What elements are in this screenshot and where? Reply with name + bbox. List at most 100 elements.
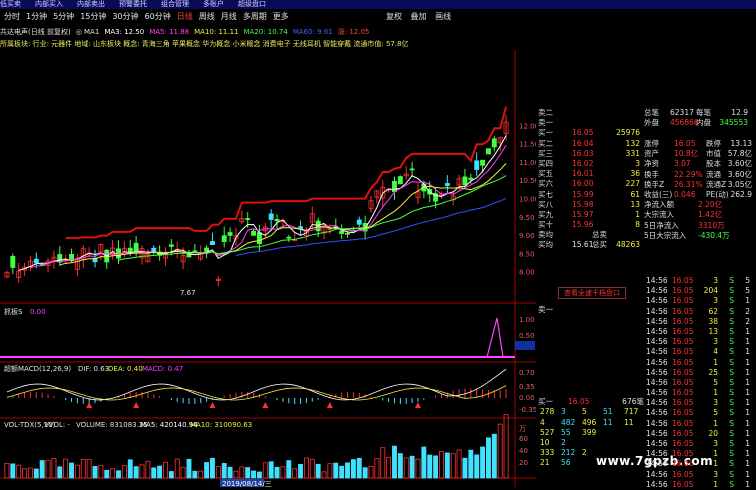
queue-volume: 333: [540, 448, 555, 458]
tick-side: S: [729, 367, 734, 377]
quote-cell: 26.31%: [674, 179, 703, 189]
stat-row: 净资 3.07 股本 3.60亿: [644, 159, 756, 169]
quote-cell: 676笔: [622, 397, 644, 407]
quote-cell: 5日净流入: [644, 220, 679, 230]
quote-cell: 262.9: [730, 189, 752, 199]
volume-bar: [321, 471, 327, 479]
tick-volume: 25: [708, 367, 718, 377]
volume-bar: [380, 447, 386, 479]
price-tick: 10.00: [519, 196, 536, 204]
tick-volume: 3: [713, 296, 718, 306]
bid-volume: 61: [630, 189, 640, 199]
volume-bar: [16, 464, 22, 479]
bid-volume: 13: [630, 199, 640, 209]
candle-body: [168, 244, 174, 247]
price-tick: 12.00: [519, 122, 536, 130]
tick-price: 16.05: [672, 296, 694, 306]
volume-bar: [303, 457, 309, 479]
bid-price: 16.02: [572, 158, 594, 168]
volume-bar: [215, 466, 221, 479]
totals-row: 外盘 456866 内盘 345553: [644, 118, 752, 128]
tick-price: 16.05: [672, 276, 694, 285]
level2-panel: 查看全速千档盘口 卖一 买一 16.05 676笔 278 3 5 51 717 4 482 496 11…: [536, 285, 646, 469]
quote-cell: 净资: [644, 159, 659, 169]
price-tick: 9.00: [519, 232, 535, 240]
queue-volume: 527: [540, 427, 555, 437]
quote-cell: 1.42亿: [698, 210, 723, 220]
date-cursor-label: 2019/08/14/三: [222, 480, 272, 487]
volume-bar: [69, 462, 74, 479]
quote-cell: -430.4万: [698, 230, 730, 240]
quote-cell: 净流入额: [644, 200, 674, 210]
volume-bar: [339, 465, 345, 479]
tick-row: 14:56 16.05 5 S 1: [646, 378, 756, 388]
queue-volume: 11: [603, 417, 613, 427]
indicator-tick: 0.50: [519, 332, 535, 340]
full-depth-button[interactable]: 查看全速千档盘口: [558, 287, 626, 299]
volume-bar: [121, 465, 127, 479]
stat-row: 大宗流入 1.42亿: [644, 210, 756, 220]
volume-bar: [98, 464, 104, 479]
bid-label: 买八: [538, 199, 553, 209]
volume-bar: [221, 463, 227, 479]
golden-cross-arrow: [209, 402, 216, 408]
quote-cell: 外盘: [644, 118, 659, 128]
volume-bar: [386, 456, 392, 479]
tick-count: 1: [745, 296, 750, 306]
stat-row: 5日大宗流入 -430.4万: [644, 231, 756, 241]
tick-time: 14:56: [646, 459, 668, 469]
queue-volume: 55: [561, 427, 571, 437]
bid-price: 16.00: [572, 179, 594, 189]
tick-volume: 38: [708, 316, 718, 326]
tick-price: 16.05: [672, 469, 694, 479]
volume-bar: [456, 449, 462, 479]
bid-price: 15.96: [572, 220, 594, 230]
tick-count: 1: [745, 428, 750, 438]
volume-bar: [433, 455, 439, 479]
indicator-value: 0.00: [30, 308, 46, 316]
tick-time: 14:56: [646, 296, 668, 306]
tick-volume: 204: [703, 286, 718, 296]
low-price-label: 7.67: [180, 289, 196, 297]
tick-price: 16.05: [672, 439, 694, 448]
indicator-panel-macd: 超额MACD(12,26,9) DIF: 0.63DEA: 0.40 MACD: 0…: [4, 364, 536, 414]
volume-bar: [127, 459, 133, 479]
quote-cell: 48263: [616, 240, 640, 250]
volume-bar: [280, 466, 286, 479]
quote-cell: 收益(三): [644, 189, 673, 199]
stat-row: 涨停 16.05 跌停 13.13: [644, 139, 756, 149]
indicator-panel-volume: VOL-TDX(5,10)VVOL: - VOLUME: 831083.25MA5…: [4, 414, 528, 479]
queue-volume: 51: [603, 407, 613, 417]
volume-bar: [110, 468, 116, 479]
indicator-tick: 1.00: [519, 316, 535, 324]
tick-volume: 13: [708, 326, 718, 336]
price-tick: 8.50: [519, 250, 535, 258]
date-axis: 2019/08/14/三: [220, 479, 272, 487]
bid-label: 买一: [538, 128, 553, 138]
macd-tick: 0.00: [519, 394, 535, 402]
volume-bar: [333, 462, 339, 479]
tick-time: 14:56: [646, 367, 668, 377]
tick-row: 14:56 16.05 1 S 1: [646, 459, 756, 469]
volume-bar: [51, 457, 57, 479]
queue-volume: 482: [561, 417, 576, 427]
price-tick: 8.00: [519, 269, 535, 277]
candle-body: [491, 138, 497, 148]
kline-chart-area[interactable]: 7.67 12.00 11.50 11.00 10.50 10.00 9.50 9.00 8.…: [0, 0, 536, 487]
tick-price: 16.05: [672, 479, 694, 489]
quote-cell: 3.60亿: [727, 159, 752, 169]
quote-cell: 总买: [592, 240, 607, 250]
macd-name: 超额MACD(12,26,9): [4, 364, 71, 373]
tick-row: 14:56 16.05 1 S 1: [646, 449, 756, 459]
candle-body: [474, 160, 480, 170]
candle-body: [151, 247, 157, 253]
volume-bar: [298, 463, 303, 479]
volume-bar: [168, 471, 174, 479]
volume-bar: [63, 458, 69, 479]
volume-bar: [251, 470, 257, 479]
stat-row: 换手Z 26.31% 流通Z 3.05亿: [644, 180, 756, 190]
tick-price: 16.05: [672, 418, 694, 428]
volume-bar: [315, 463, 321, 479]
candle-body: [339, 230, 345, 234]
ma5-line: [30, 144, 507, 269]
